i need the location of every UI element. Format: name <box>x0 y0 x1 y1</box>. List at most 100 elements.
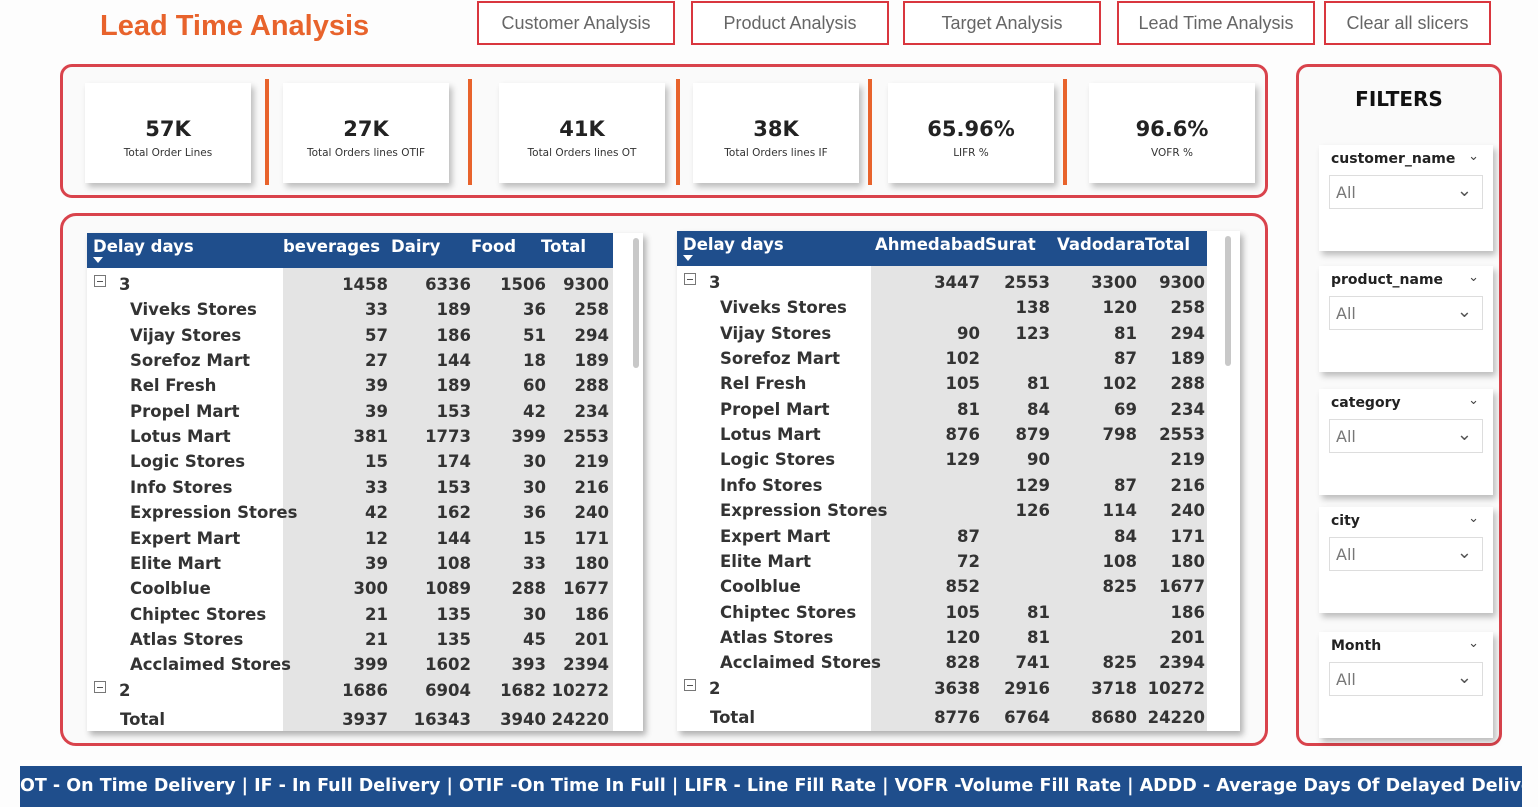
chevron-down-icon[interactable]: ⌄ <box>1457 424 1472 445</box>
cell-value: 3937 <box>342 709 388 729</box>
cell-value: 240 <box>1170 501 1205 521</box>
slicer-label: city <box>1331 513 1360 529</box>
table-row: Propel Mart 39 153 42 234 <box>87 400 613 425</box>
delay-by-category-matrix[interactable]: Delay days beverages Dairy Food Total 3 1458 63… <box>87 233 643 731</box>
cell-value: 102 <box>1102 374 1137 394</box>
cell-value: 171 <box>574 528 609 548</box>
slicer-dropdown[interactable]: All ⌄ <box>1329 175 1483 209</box>
slicer-label: customer_name <box>1331 151 1456 167</box>
matrix-header: Delay days beverages Dairy Food Total <box>87 233 613 268</box>
row-label: Lotus Mart <box>130 427 231 447</box>
cell-value: 6904 <box>425 680 471 700</box>
nav-target-analysis-button[interactable]: Target Analysis <box>903 1 1101 45</box>
sort-arrow-icon[interactable] <box>683 255 693 261</box>
chevron-down-icon[interactable]: ⌄ <box>1468 270 1479 285</box>
table-row: Elite Mart 72 108 180 <box>677 550 1207 575</box>
table-row: Coolblue 300 1089 288 1677 <box>87 577 613 602</box>
table-row: Viveks Stores 33 189 36 258 <box>87 298 613 323</box>
cell-value: 216 <box>1170 475 1205 495</box>
table-row: Info Stores 33 153 30 216 <box>87 476 613 501</box>
cell-value: 129 <box>945 450 980 470</box>
column-header[interactable]: beverages <box>277 233 385 268</box>
collapse-icon[interactable] <box>94 275 106 287</box>
vertical-scrollbar[interactable] <box>1225 236 1231 366</box>
nav-product-analysis-button[interactable]: Product Analysis <box>691 1 889 45</box>
cell-value: 825 <box>1102 653 1137 673</box>
cell-value: 1506 <box>500 275 546 294</box>
collapse-icon[interactable] <box>94 680 106 693</box>
column-header[interactable]: Dairy <box>385 233 465 268</box>
slicer-product-name[interactable]: product_name ⌄ All ⌄ <box>1319 266 1493 372</box>
table-row: Propel Mart 81 84 69 234 <box>677 398 1207 423</box>
chevron-down-icon[interactable]: ⌄ <box>1457 301 1472 322</box>
chevron-down-icon[interactable]: ⌄ <box>1457 542 1472 563</box>
cell-value: 6764 <box>1004 707 1050 727</box>
column-header[interactable]: Delay days <box>87 233 277 268</box>
cell-value: 87 <box>1114 349 1137 369</box>
column-header[interactable]: Total <box>1139 231 1207 266</box>
row-label: Expert Mart <box>720 526 831 546</box>
collapse-icon[interactable] <box>684 273 696 285</box>
cell-value: 234 <box>1170 399 1205 419</box>
chevron-down-icon[interactable]: ⌄ <box>1457 180 1472 201</box>
column-header[interactable]: Food <box>465 233 535 268</box>
row-label: Coolblue <box>720 577 801 597</box>
cell-value: 90 <box>957 323 980 343</box>
kpi-value: 41K <box>559 117 605 141</box>
row-label: Propel Mart <box>130 401 240 421</box>
slicer-dropdown[interactable]: All ⌄ <box>1329 537 1483 571</box>
cell-value: 162 <box>436 503 471 523</box>
vertical-scrollbar[interactable] <box>633 238 639 368</box>
slicer-month[interactable]: Month ⌄ All ⌄ <box>1319 632 1493 738</box>
slicer-city[interactable]: city ⌄ All ⌄ <box>1319 507 1493 613</box>
kpi-value: 96.6% <box>1135 117 1209 141</box>
cell-value: 42 <box>523 401 546 421</box>
column-header[interactable]: Delay days <box>677 231 869 266</box>
cell-value: 1602 <box>425 655 471 675</box>
cell-value: 120 <box>945 627 980 647</box>
cell-value: 2394 <box>563 655 609 675</box>
row-label: Total <box>120 709 166 729</box>
cell-value: 144 <box>436 528 471 548</box>
cell-value: 105 <box>945 602 980 622</box>
chevron-down-icon[interactable]: ⌄ <box>1457 667 1472 688</box>
row-label: Coolblue <box>130 579 211 599</box>
delay-by-city-matrix[interactable]: Delay days Ahmedabad Surat Vadodara Total 3 34… <box>677 231 1240 731</box>
group-row: 2 1686 6904 1682 10272 <box>87 679 613 704</box>
cell-value: 27 <box>365 351 388 371</box>
kpi-label: Total Order Lines <box>123 147 213 159</box>
row-label: 2 <box>709 678 721 698</box>
row-label: Chiptec Stores <box>720 602 857 622</box>
slicer-category[interactable]: category ⌄ All ⌄ <box>1319 389 1493 495</box>
column-header[interactable]: Total <box>535 233 613 268</box>
group-row: 3 3447 2553 3300 9300 <box>677 271 1207 296</box>
nav-lead-time-analysis-button[interactable]: Lead Time Analysis <box>1117 1 1315 45</box>
clear-all-slicers-button[interactable]: Clear all slicers <box>1324 1 1491 45</box>
slicer-customer-name[interactable]: customer_name ⌄ All ⌄ <box>1319 145 1493 251</box>
cell-value: 189 <box>1170 349 1205 369</box>
column-header[interactable]: Ahmedabad <box>869 231 986 266</box>
cell-value: 81 <box>1027 374 1050 394</box>
cell-value: 102 <box>945 349 980 369</box>
slicer-value: All <box>1336 670 1356 689</box>
cell-value: 10272 <box>551 680 609 700</box>
cell-value: 126 <box>1015 501 1050 521</box>
table-row: Acclaimed Stores 828 741 825 2394 <box>677 651 1207 676</box>
collapse-icon[interactable] <box>684 678 696 691</box>
chevron-down-icon[interactable]: ⌄ <box>1468 636 1479 651</box>
slicer-dropdown[interactable]: All ⌄ <box>1329 419 1483 453</box>
slicer-label: Month <box>1331 638 1382 654</box>
kpi-card-vofr: 96.6% VOFR % <box>1089 83 1255 183</box>
column-header[interactable]: Surat <box>979 231 1051 266</box>
chevron-down-icon[interactable]: ⌄ <box>1468 149 1479 164</box>
cell-value: 1089 <box>425 579 471 599</box>
sort-arrow-icon[interactable] <box>93 257 103 263</box>
column-header[interactable]: Vadodara <box>1051 231 1145 266</box>
chevron-down-icon[interactable]: ⌄ <box>1468 393 1479 408</box>
cell-value: 81 <box>1027 602 1050 622</box>
chevron-down-icon[interactable]: ⌄ <box>1468 511 1479 526</box>
slicer-dropdown[interactable]: All ⌄ <box>1329 296 1483 330</box>
row-label: Logic Stores <box>720 450 836 470</box>
nav-customer-analysis-button[interactable]: Customer Analysis <box>477 1 675 45</box>
slicer-dropdown[interactable]: All ⌄ <box>1329 662 1483 696</box>
